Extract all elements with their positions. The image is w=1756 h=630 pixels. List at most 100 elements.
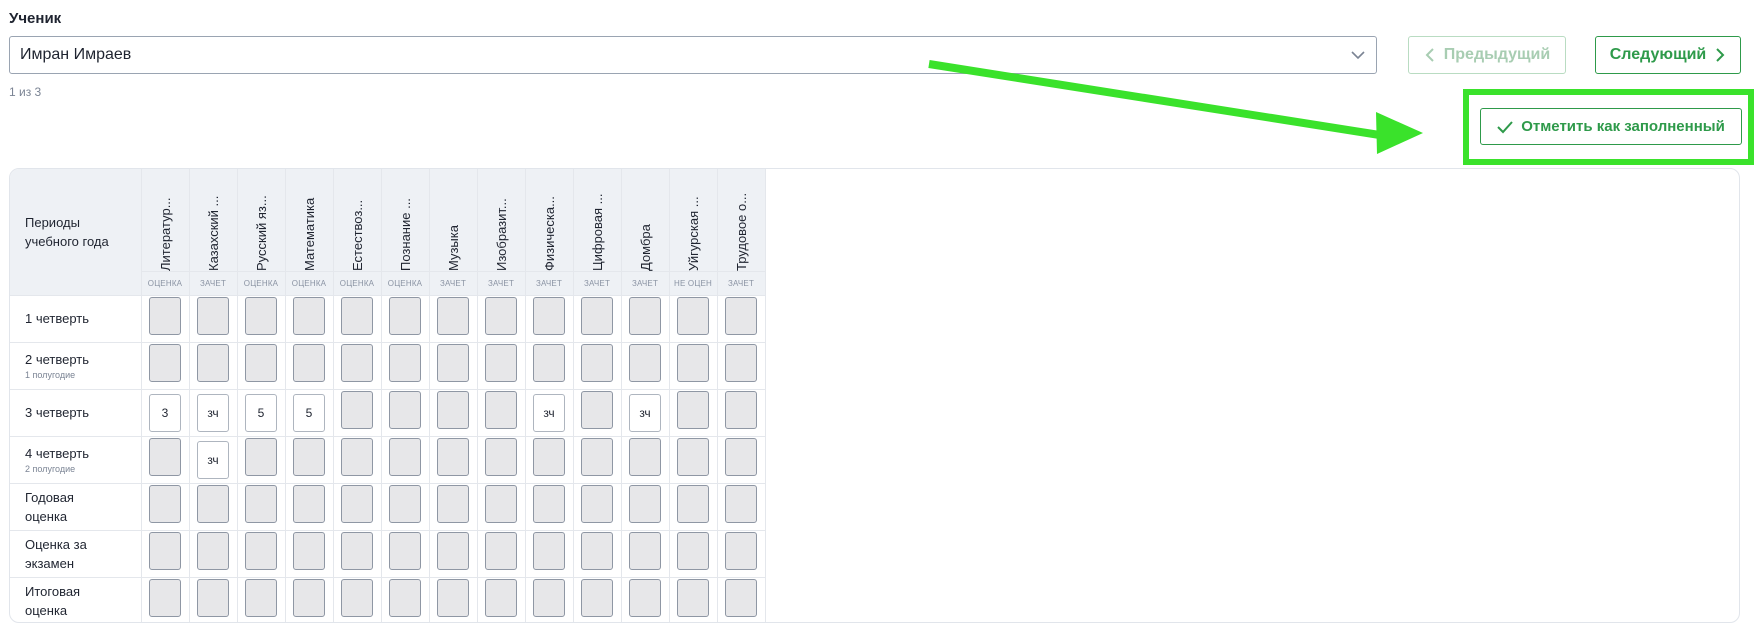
student-label: Ученик (9, 10, 62, 27)
grade-input[interactable]: 3 (149, 393, 181, 432)
grade-input[interactable] (197, 579, 229, 617)
grade-input[interactable] (533, 532, 565, 570)
grade-input[interactable] (725, 344, 757, 382)
grade-cell (333, 530, 382, 578)
grade-input[interactable] (437, 297, 469, 335)
grade-input[interactable] (677, 438, 709, 476)
grade-input[interactable] (149, 485, 181, 523)
grade-input[interactable] (581, 579, 613, 617)
grade-input[interactable] (389, 579, 421, 617)
grade-input[interactable] (293, 438, 325, 476)
grade-input[interactable]: 5 (293, 393, 325, 432)
grade-input[interactable] (677, 579, 709, 617)
student-select[interactable]: Имран Имраев (9, 36, 1377, 74)
grade-input[interactable] (245, 579, 277, 617)
grade-input[interactable] (245, 532, 277, 570)
grade-input[interactable] (725, 579, 757, 617)
grade-input[interactable] (485, 485, 517, 523)
grade-input[interactable] (581, 532, 613, 570)
grade-input[interactable]: зч (197, 393, 229, 432)
grade-input[interactable] (293, 579, 325, 617)
grade-input[interactable] (629, 532, 661, 570)
grade-input[interactable] (389, 438, 421, 476)
grade-input[interactable] (485, 297, 517, 335)
subject-header: Трудовое о... (717, 169, 766, 272)
grade-input[interactable] (437, 438, 469, 476)
grade-input[interactable] (581, 297, 613, 335)
previous-button[interactable]: Предыдущий (1408, 36, 1566, 74)
grade-input[interactable] (245, 438, 277, 476)
grade-input[interactable] (485, 391, 517, 429)
grade-input[interactable] (245, 344, 277, 382)
grade-input[interactable] (629, 297, 661, 335)
grade-input[interactable] (677, 485, 709, 523)
grade-input[interactable] (485, 438, 517, 476)
grade-input[interactable] (725, 485, 757, 523)
grade-input[interactable] (725, 391, 757, 429)
grade-input[interactable]: зч (533, 393, 565, 432)
grade-input[interactable] (725, 532, 757, 570)
grade-input[interactable] (629, 485, 661, 523)
grade-input[interactable] (677, 391, 709, 429)
grade-input[interactable] (149, 532, 181, 570)
grade-input[interactable] (341, 438, 373, 476)
grade-input[interactable] (149, 579, 181, 617)
grade-input[interactable] (533, 485, 565, 523)
grade-input[interactable] (341, 297, 373, 335)
grade-input[interactable] (629, 579, 661, 617)
grade-input[interactable] (677, 344, 709, 382)
grade-input[interactable] (293, 485, 325, 523)
grade-input[interactable] (293, 532, 325, 570)
grade-input[interactable] (677, 532, 709, 570)
grade-input[interactable] (293, 344, 325, 382)
grade-input[interactable] (725, 297, 757, 335)
grade-input[interactable] (341, 391, 373, 429)
grade-input[interactable] (581, 485, 613, 523)
grade-input[interactable] (341, 579, 373, 617)
mark-as-filled-button[interactable]: Отметить как заполненный (1480, 108, 1742, 145)
grade-input[interactable] (197, 532, 229, 570)
grade-input[interactable] (197, 344, 229, 382)
grade-input[interactable]: 5 (245, 393, 277, 432)
grade-input[interactable] (677, 297, 709, 335)
grade-input[interactable] (149, 344, 181, 382)
grade-input[interactable] (533, 297, 565, 335)
grade-input[interactable]: зч (629, 393, 661, 432)
grade-input[interactable] (485, 532, 517, 570)
grade-input[interactable] (437, 532, 469, 570)
grade-input[interactable] (437, 485, 469, 523)
grade-input[interactable] (485, 579, 517, 617)
grade-input[interactable] (245, 485, 277, 523)
grade-input[interactable] (725, 438, 757, 476)
grade-input[interactable] (629, 344, 661, 382)
next-button[interactable]: Следующий (1595, 36, 1741, 74)
grade-input[interactable] (341, 532, 373, 570)
grade-input[interactable] (293, 297, 325, 335)
grade-input[interactable] (197, 485, 229, 523)
grade-cell (573, 577, 622, 622)
grade-input[interactable] (389, 532, 421, 570)
grade-input[interactable] (581, 391, 613, 429)
grade-input[interactable] (437, 391, 469, 429)
grade-input[interactable] (197, 297, 229, 335)
grade-cell (717, 530, 766, 578)
grade-input[interactable] (149, 297, 181, 335)
grade-input[interactable] (533, 579, 565, 617)
grade-input[interactable] (341, 485, 373, 523)
grade-input[interactable] (629, 438, 661, 476)
grade-input[interactable] (581, 344, 613, 382)
grade-input[interactable] (149, 438, 181, 476)
grade-input[interactable] (245, 297, 277, 335)
grade-input[interactable] (437, 344, 469, 382)
grade-input[interactable] (581, 438, 613, 476)
grade-input[interactable] (437, 579, 469, 617)
grade-input[interactable] (485, 344, 517, 382)
grade-input[interactable] (389, 485, 421, 523)
grade-input[interactable] (389, 297, 421, 335)
grade-input[interactable] (533, 438, 565, 476)
grade-input[interactable] (341, 344, 373, 382)
grade-input[interactable] (389, 391, 421, 429)
grade-input[interactable] (389, 344, 421, 382)
grade-input[interactable]: зч (197, 440, 229, 479)
grade-input[interactable] (533, 344, 565, 382)
